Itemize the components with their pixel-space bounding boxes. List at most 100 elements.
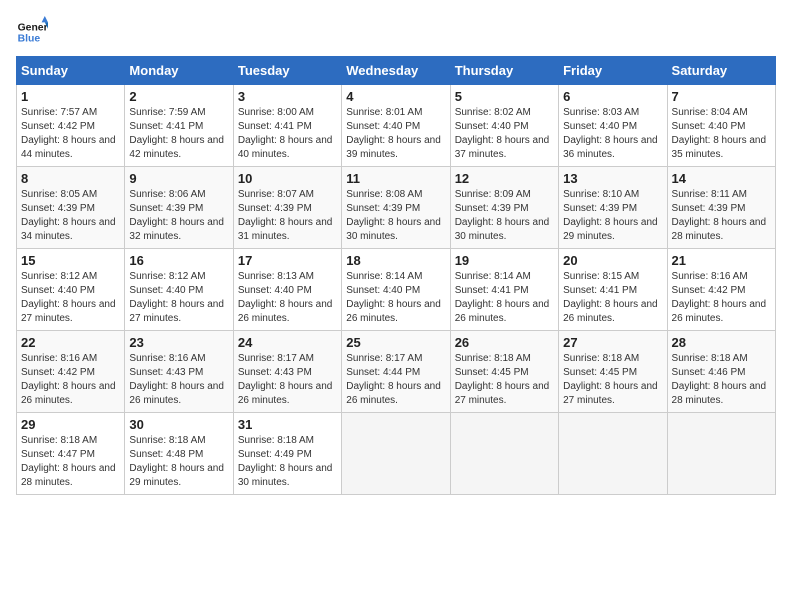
col-header-friday: Friday <box>559 57 667 85</box>
logo: General Blue <box>16 16 52 48</box>
day-cell: 26 Sunrise: 8:18 AMSunset: 4:45 PMDaylig… <box>450 331 558 413</box>
day-info: Sunrise: 8:16 AMSunset: 4:43 PMDaylight:… <box>129 353 224 406</box>
day-info: Sunrise: 8:18 AMSunset: 4:45 PMDaylight:… <box>455 353 550 406</box>
day-cell: 7 Sunrise: 8:04 AMSunset: 4:40 PMDayligh… <box>667 85 775 167</box>
day-number: 13 <box>563 171 662 186</box>
day-cell: 24 Sunrise: 8:17 AMSunset: 4:43 PMDaylig… <box>233 331 341 413</box>
day-number: 15 <box>21 253 120 268</box>
col-header-monday: Monday <box>125 57 233 85</box>
day-info: Sunrise: 8:14 AMSunset: 4:40 PMDaylight:… <box>346 271 441 324</box>
day-cell: 4 Sunrise: 8:01 AMSunset: 4:40 PMDayligh… <box>342 85 450 167</box>
day-cell: 1 Sunrise: 7:57 AMSunset: 4:42 PMDayligh… <box>17 85 125 167</box>
day-cell <box>342 413 450 495</box>
day-info: Sunrise: 7:57 AMSunset: 4:42 PMDaylight:… <box>21 107 116 160</box>
day-info: Sunrise: 8:17 AMSunset: 4:43 PMDaylight:… <box>238 353 333 406</box>
day-cell: 10 Sunrise: 8:07 AMSunset: 4:39 PMDaylig… <box>233 167 341 249</box>
day-number: 27 <box>563 335 662 350</box>
day-cell: 17 Sunrise: 8:13 AMSunset: 4:40 PMDaylig… <box>233 249 341 331</box>
day-number: 14 <box>672 171 771 186</box>
day-info: Sunrise: 8:10 AMSunset: 4:39 PMDaylight:… <box>563 189 658 242</box>
day-cell: 11 Sunrise: 8:08 AMSunset: 4:39 PMDaylig… <box>342 167 450 249</box>
svg-text:General: General <box>18 22 48 33</box>
day-info: Sunrise: 8:14 AMSunset: 4:41 PMDaylight:… <box>455 271 550 324</box>
day-info: Sunrise: 8:18 AMSunset: 4:48 PMDaylight:… <box>129 435 224 488</box>
day-info: Sunrise: 8:18 AMSunset: 4:47 PMDaylight:… <box>21 435 116 488</box>
calendar-table: SundayMondayTuesdayWednesdayThursdayFrid… <box>16 56 776 495</box>
day-number: 19 <box>455 253 554 268</box>
day-number: 8 <box>21 171 120 186</box>
day-cell: 29 Sunrise: 8:18 AMSunset: 4:47 PMDaylig… <box>17 413 125 495</box>
day-info: Sunrise: 7:59 AMSunset: 4:41 PMDaylight:… <box>129 107 224 160</box>
day-number: 17 <box>238 253 337 268</box>
col-header-thursday: Thursday <box>450 57 558 85</box>
day-cell: 6 Sunrise: 8:03 AMSunset: 4:40 PMDayligh… <box>559 85 667 167</box>
day-number: 20 <box>563 253 662 268</box>
week-row-5: 29 Sunrise: 8:18 AMSunset: 4:47 PMDaylig… <box>17 413 776 495</box>
day-info: Sunrise: 8:18 AMSunset: 4:49 PMDaylight:… <box>238 435 333 488</box>
day-info: Sunrise: 8:02 AMSunset: 4:40 PMDaylight:… <box>455 107 550 160</box>
day-info: Sunrise: 8:17 AMSunset: 4:44 PMDaylight:… <box>346 353 441 406</box>
day-info: Sunrise: 8:06 AMSunset: 4:39 PMDaylight:… <box>129 189 224 242</box>
day-cell: 2 Sunrise: 7:59 AMSunset: 4:41 PMDayligh… <box>125 85 233 167</box>
day-cell: 3 Sunrise: 8:00 AMSunset: 4:41 PMDayligh… <box>233 85 341 167</box>
day-number: 28 <box>672 335 771 350</box>
day-number: 31 <box>238 417 337 432</box>
day-number: 21 <box>672 253 771 268</box>
week-row-1: 1 Sunrise: 7:57 AMSunset: 4:42 PMDayligh… <box>17 85 776 167</box>
page-header: General Blue <box>16 16 776 48</box>
day-cell: 19 Sunrise: 8:14 AMSunset: 4:41 PMDaylig… <box>450 249 558 331</box>
day-cell: 21 Sunrise: 8:16 AMSunset: 4:42 PMDaylig… <box>667 249 775 331</box>
day-cell: 15 Sunrise: 8:12 AMSunset: 4:40 PMDaylig… <box>17 249 125 331</box>
day-info: Sunrise: 8:07 AMSunset: 4:39 PMDaylight:… <box>238 189 333 242</box>
day-cell <box>559 413 667 495</box>
day-cell: 22 Sunrise: 8:16 AMSunset: 4:42 PMDaylig… <box>17 331 125 413</box>
day-info: Sunrise: 8:01 AMSunset: 4:40 PMDaylight:… <box>346 107 441 160</box>
day-cell: 27 Sunrise: 8:18 AMSunset: 4:45 PMDaylig… <box>559 331 667 413</box>
day-number: 1 <box>21 89 120 104</box>
day-info: Sunrise: 8:08 AMSunset: 4:39 PMDaylight:… <box>346 189 441 242</box>
day-cell: 5 Sunrise: 8:02 AMSunset: 4:40 PMDayligh… <box>450 85 558 167</box>
svg-text:Blue: Blue <box>18 34 41 45</box>
day-number: 16 <box>129 253 228 268</box>
day-cell: 16 Sunrise: 8:12 AMSunset: 4:40 PMDaylig… <box>125 249 233 331</box>
day-info: Sunrise: 8:13 AMSunset: 4:40 PMDaylight:… <box>238 271 333 324</box>
day-cell: 20 Sunrise: 8:15 AMSunset: 4:41 PMDaylig… <box>559 249 667 331</box>
day-number: 7 <box>672 89 771 104</box>
col-header-saturday: Saturday <box>667 57 775 85</box>
day-number: 30 <box>129 417 228 432</box>
day-cell <box>667 413 775 495</box>
day-number: 9 <box>129 171 228 186</box>
day-cell: 23 Sunrise: 8:16 AMSunset: 4:43 PMDaylig… <box>125 331 233 413</box>
day-number: 23 <box>129 335 228 350</box>
day-info: Sunrise: 8:04 AMSunset: 4:40 PMDaylight:… <box>672 107 767 160</box>
day-number: 18 <box>346 253 445 268</box>
day-info: Sunrise: 8:00 AMSunset: 4:41 PMDaylight:… <box>238 107 333 160</box>
day-cell: 14 Sunrise: 8:11 AMSunset: 4:39 PMDaylig… <box>667 167 775 249</box>
day-number: 10 <box>238 171 337 186</box>
day-info: Sunrise: 8:12 AMSunset: 4:40 PMDaylight:… <box>21 271 116 324</box>
day-info: Sunrise: 8:18 AMSunset: 4:45 PMDaylight:… <box>563 353 658 406</box>
day-cell: 13 Sunrise: 8:10 AMSunset: 4:39 PMDaylig… <box>559 167 667 249</box>
day-cell: 9 Sunrise: 8:06 AMSunset: 4:39 PMDayligh… <box>125 167 233 249</box>
day-number: 4 <box>346 89 445 104</box>
day-info: Sunrise: 8:18 AMSunset: 4:46 PMDaylight:… <box>672 353 767 406</box>
day-cell: 30 Sunrise: 8:18 AMSunset: 4:48 PMDaylig… <box>125 413 233 495</box>
day-number: 2 <box>129 89 228 104</box>
day-info: Sunrise: 8:15 AMSunset: 4:41 PMDaylight:… <box>563 271 658 324</box>
week-row-2: 8 Sunrise: 8:05 AMSunset: 4:39 PMDayligh… <box>17 167 776 249</box>
day-cell: 8 Sunrise: 8:05 AMSunset: 4:39 PMDayligh… <box>17 167 125 249</box>
day-number: 11 <box>346 171 445 186</box>
day-number: 26 <box>455 335 554 350</box>
col-header-wednesday: Wednesday <box>342 57 450 85</box>
day-info: Sunrise: 8:12 AMSunset: 4:40 PMDaylight:… <box>129 271 224 324</box>
day-number: 12 <box>455 171 554 186</box>
logo-icon: General Blue <box>16 16 48 48</box>
day-number: 22 <box>21 335 120 350</box>
day-cell: 31 Sunrise: 8:18 AMSunset: 4:49 PMDaylig… <box>233 413 341 495</box>
week-row-4: 22 Sunrise: 8:16 AMSunset: 4:42 PMDaylig… <box>17 331 776 413</box>
day-info: Sunrise: 8:16 AMSunset: 4:42 PMDaylight:… <box>672 271 767 324</box>
day-cell: 25 Sunrise: 8:17 AMSunset: 4:44 PMDaylig… <box>342 331 450 413</box>
week-row-3: 15 Sunrise: 8:12 AMSunset: 4:40 PMDaylig… <box>17 249 776 331</box>
day-number: 25 <box>346 335 445 350</box>
day-cell: 12 Sunrise: 8:09 AMSunset: 4:39 PMDaylig… <box>450 167 558 249</box>
